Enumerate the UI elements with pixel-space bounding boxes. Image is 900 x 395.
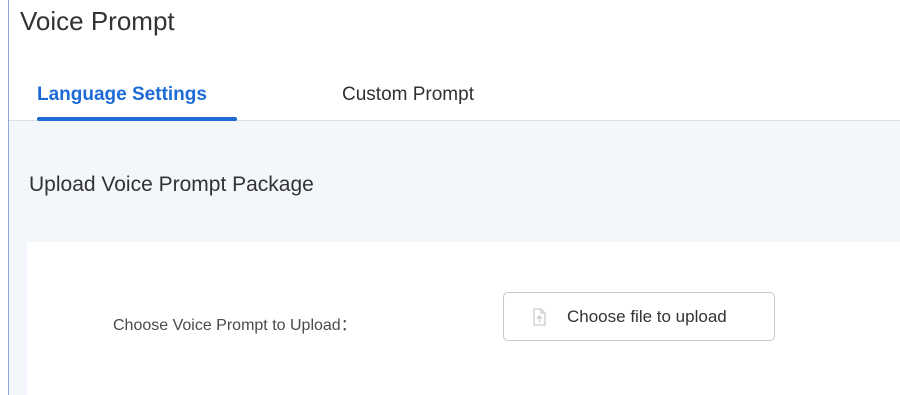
page-title: Voice Prompt: [20, 6, 175, 36]
choose-file-button[interactable]: Choose file to upload: [503, 292, 775, 341]
tab-bar: Language Settings Custom Prompt: [9, 70, 900, 121]
upload-icon: [530, 308, 548, 326]
tab-language-settings[interactable]: Language Settings: [37, 84, 207, 106]
upload-card: Choose Voice Prompt to Upload： Choose fi…: [27, 242, 900, 395]
field-label: Choose Voice Prompt to Upload：: [113, 317, 357, 334]
section-title: Upload Voice Prompt Package: [29, 173, 314, 196]
tab-custom-prompt[interactable]: Custom Prompt: [342, 84, 474, 106]
voice-prompt-page: Voice Prompt Language Settings Custom Pr…: [0, 0, 900, 395]
upload-section: Upload Voice Prompt Package Choose Voice…: [9, 121, 900, 395]
choose-file-label: Choose file to upload: [567, 307, 727, 326]
